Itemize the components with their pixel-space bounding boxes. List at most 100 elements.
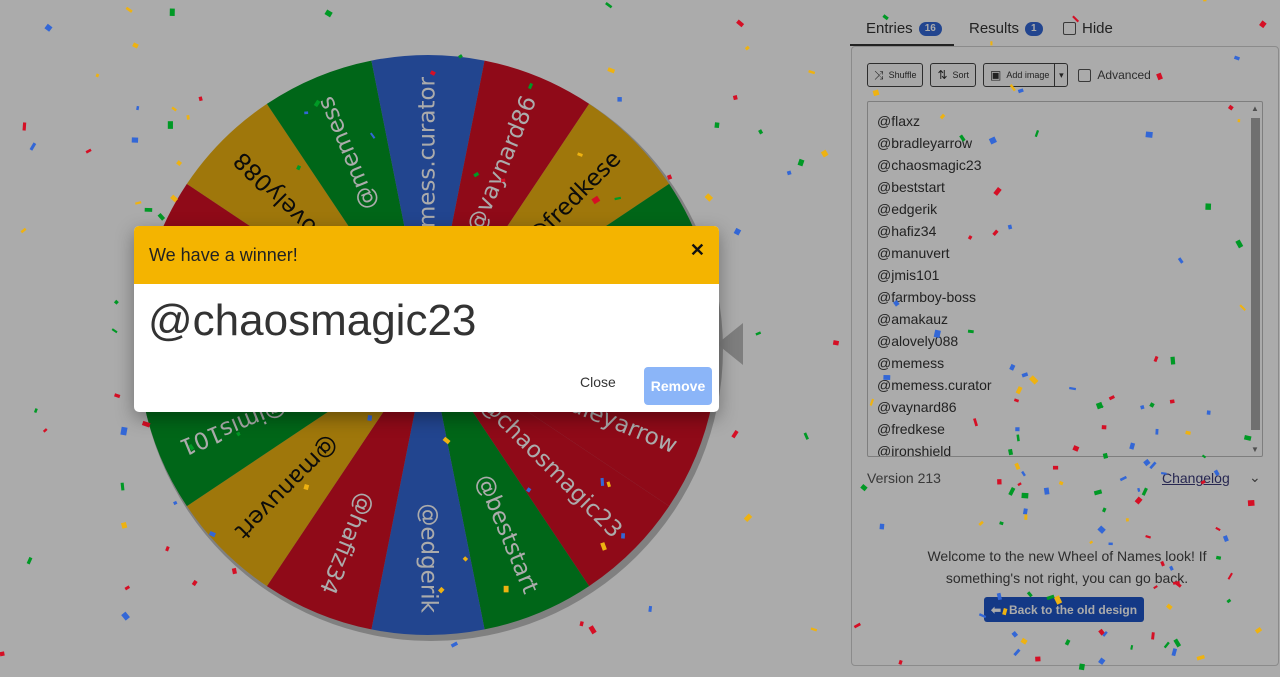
- confetti-piece: [898, 659, 903, 665]
- confetti-piece: [1235, 239, 1244, 249]
- confetti-piece: [743, 513, 753, 522]
- confetti-piece: [1098, 657, 1106, 665]
- close-icon[interactable]: ✕: [690, 240, 705, 261]
- confetti-piece: [872, 89, 880, 97]
- confetti-piece: [797, 158, 805, 167]
- confetti-piece: [429, 70, 436, 76]
- confetti-piece: [1013, 648, 1021, 657]
- confetti-piece: [1078, 663, 1085, 671]
- confetti-piece: [614, 196, 622, 201]
- confetti-piece: [1227, 104, 1234, 111]
- confetti-piece: [860, 483, 868, 492]
- winner-dialog: We have a winner! ✕ @chaosmagic23 Close …: [134, 226, 719, 412]
- confetti-piece: [606, 481, 611, 488]
- confetti-piece: [1226, 598, 1232, 604]
- confetti-piece: [1201, 454, 1207, 459]
- confetti-piece: [1026, 591, 1033, 598]
- confetti-piece: [1160, 472, 1167, 475]
- dialog-title: We have a winner!: [149, 245, 298, 265]
- confetti-piece: [114, 393, 121, 399]
- confetti-piece: [125, 6, 133, 13]
- confetti-piece: [170, 194, 179, 203]
- confetti-piece: [1237, 119, 1241, 123]
- confetti-piece: [1169, 399, 1175, 404]
- confetti-piece: [1053, 595, 1063, 605]
- confetti-piece: [120, 521, 128, 529]
- confetti-piece: [527, 82, 534, 90]
- confetti-piece: [1170, 356, 1176, 365]
- confetti-piece: [1015, 386, 1023, 395]
- confetti-piece: [1254, 626, 1263, 634]
- confetti-piece: [442, 436, 451, 445]
- confetti-piece: [44, 23, 53, 32]
- confetti-piece: [1102, 452, 1109, 459]
- confetti-piece: [732, 95, 738, 101]
- confetti-piece: [1015, 427, 1020, 432]
- confetti-piece: [369, 132, 376, 139]
- confetti-piece: [231, 567, 237, 575]
- confetti-piece: [1185, 430, 1191, 436]
- confetti-piece: [132, 42, 139, 49]
- confetti-piece: [1017, 88, 1024, 94]
- confetti-piece: [208, 530, 216, 538]
- confetti-piece: [131, 137, 139, 143]
- confetti-piece: [832, 340, 840, 346]
- confetti-piece: [173, 500, 178, 506]
- remove-button[interactable]: Remove: [644, 367, 712, 405]
- confetti-piece: [1093, 489, 1103, 496]
- confetti-piece: [26, 556, 33, 565]
- confetti-piece: [786, 170, 792, 176]
- confetti-piece: [120, 426, 128, 436]
- confetti-piece: [450, 641, 459, 648]
- confetti-piece: [1022, 508, 1028, 515]
- confetti-piece: [437, 586, 445, 594]
- confetti-piece: [1227, 572, 1233, 580]
- confetti-piece: [736, 19, 745, 28]
- confetti-piece: [933, 329, 941, 339]
- confetti-piece: [1145, 534, 1152, 539]
- confetti-piece: [1130, 644, 1134, 650]
- confetti-piece: [1058, 480, 1064, 486]
- confetti-piece: [1213, 469, 1220, 477]
- confetti-piece: [1021, 492, 1029, 499]
- confetti-piece: [95, 73, 100, 78]
- confetti-piece: [808, 69, 816, 75]
- confetti-piece: [617, 97, 622, 102]
- confetti-piece: [500, 178, 506, 183]
- confetti-piece: [1097, 525, 1106, 534]
- confetti-piece: [973, 418, 978, 427]
- confetti-piece: [990, 41, 993, 46]
- confetti-piece: [803, 432, 809, 440]
- confetti-piece: [999, 521, 1004, 526]
- confetti-piece: [1153, 355, 1159, 363]
- confetti-piece: [1141, 487, 1148, 496]
- confetti-piece: [607, 67, 616, 74]
- confetti-piece: [879, 523, 885, 530]
- confetti-piece: [1259, 20, 1267, 29]
- confetti-piece: [165, 546, 170, 552]
- confetti-piece: [810, 627, 818, 632]
- confetti-piece: [853, 622, 861, 629]
- confetti-piece: [42, 428, 48, 433]
- confetti-piece: [1034, 129, 1040, 138]
- confetti-piece: [758, 129, 764, 135]
- confetti-piece: [1140, 405, 1145, 410]
- confetti-piece: [605, 1, 613, 9]
- confetti-piece: [1108, 395, 1115, 401]
- confetti-piece: [169, 8, 175, 16]
- close-button[interactable]: Close: [580, 374, 616, 390]
- confetti-piece: [1215, 526, 1221, 532]
- confetti-piece: [33, 408, 38, 413]
- confetti-piece: [882, 14, 889, 21]
- confetti-piece: [473, 171, 480, 178]
- confetti-piece: [1020, 637, 1028, 645]
- confetti-piece: [1243, 434, 1252, 441]
- confetti-piece: [1009, 363, 1016, 371]
- confetti-piece: [666, 174, 673, 180]
- confetti-piece: [1072, 445, 1080, 452]
- confetti-piece: [967, 329, 974, 334]
- confetti-piece: [124, 585, 131, 591]
- confetti-piece: [324, 9, 333, 18]
- confetti-piece: [1095, 401, 1104, 410]
- confetti-piece: [1052, 465, 1059, 470]
